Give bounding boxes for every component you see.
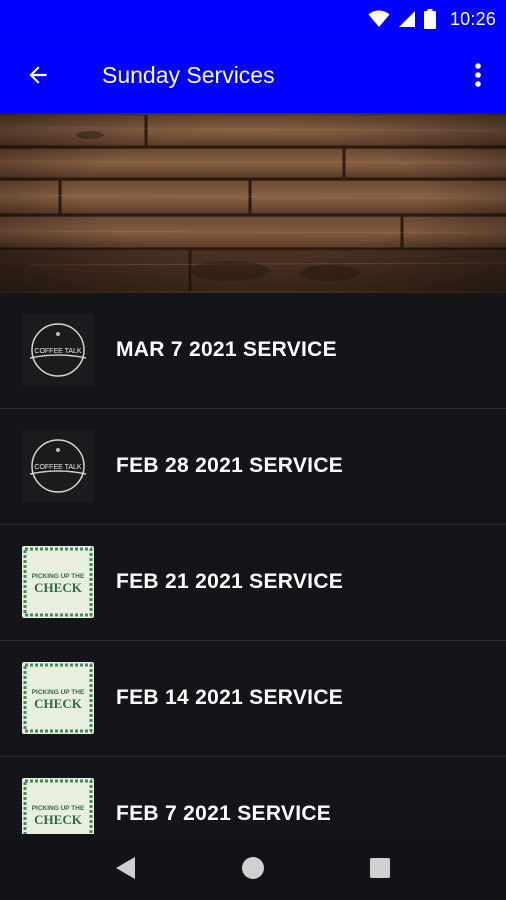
- recents-square-icon: [370, 858, 390, 878]
- list-item[interactable]: COFFEE TALK MAR 7 2021 SERVICE: [0, 293, 506, 409]
- app-bar: Sunday Services: [0, 37, 506, 113]
- screen: 10:26 Sunday Services COFFEE TALK MAR 7 …: [0, 0, 506, 900]
- thumbnail-coffee-talk: COFFEE TALK: [22, 430, 94, 502]
- thumbnail-picking-up-the-check: PICKING UP THE CHECK: [22, 662, 94, 734]
- status-bar: 10:26: [0, 0, 506, 37]
- coffee-talk-text: COFFEE TALK: [34, 348, 82, 355]
- service-title: FEB 7 2021 SERVICE: [116, 802, 332, 825]
- check-text: CHECK: [34, 580, 83, 595]
- thumbnail-coffee-talk: COFFEE TALK: [22, 314, 94, 386]
- picking-up-text: PICKING UP THE: [32, 805, 85, 812]
- back-triangle-icon: [116, 857, 135, 879]
- service-list: COFFEE TALK MAR 7 2021 SERVICE COFFEE TA…: [0, 293, 506, 873]
- page-title: Sunday Services: [102, 62, 275, 88]
- service-title: FEB 14 2021 SERVICE: [116, 686, 344, 709]
- wifi-icon: [368, 10, 390, 27]
- status-icons: 10:26: [368, 7, 496, 31]
- status-time: 10:26: [449, 8, 496, 29]
- picking-up-text: PICKING UP THE: [32, 689, 85, 696]
- system-nav-bar: [0, 834, 506, 900]
- thumbnail-picking-up-the-check: PICKING UP THE CHECK: [22, 546, 94, 618]
- check-text: CHECK: [34, 812, 83, 827]
- coffee-talk-text: COFFEE TALK: [34, 464, 82, 471]
- nav-back-button[interactable]: [106, 848, 146, 888]
- back-button[interactable]: [14, 51, 62, 99]
- check-text: CHECK: [34, 696, 83, 711]
- picking-up-text: PICKING UP THE: [32, 573, 85, 580]
- service-title: MAR 7 2021 SERVICE: [116, 338, 337, 361]
- signal-icon: [398, 11, 415, 27]
- header-image: [0, 113, 506, 293]
- service-title: FEB 21 2021 SERVICE: [116, 570, 344, 593]
- more-options-button[interactable]: [458, 51, 498, 99]
- more-vert-icon: [475, 63, 481, 87]
- list-item[interactable]: COFFEE TALK FEB 28 2021 SERVICE: [0, 409, 506, 525]
- arrow-back-icon: [29, 66, 47, 84]
- service-title: FEB 28 2021 SERVICE: [116, 454, 344, 477]
- battery-icon: [423, 9, 436, 29]
- nav-recents-button[interactable]: [360, 848, 400, 888]
- list-item[interactable]: PICKING UP THE CHECK FEB 14 2021 SERVICE: [0, 641, 506, 757]
- home-circle-icon: [242, 857, 264, 879]
- list-item[interactable]: PICKING UP THE CHECK FEB 21 2021 SERVICE: [0, 525, 506, 641]
- nav-home-button[interactable]: [233, 848, 273, 888]
